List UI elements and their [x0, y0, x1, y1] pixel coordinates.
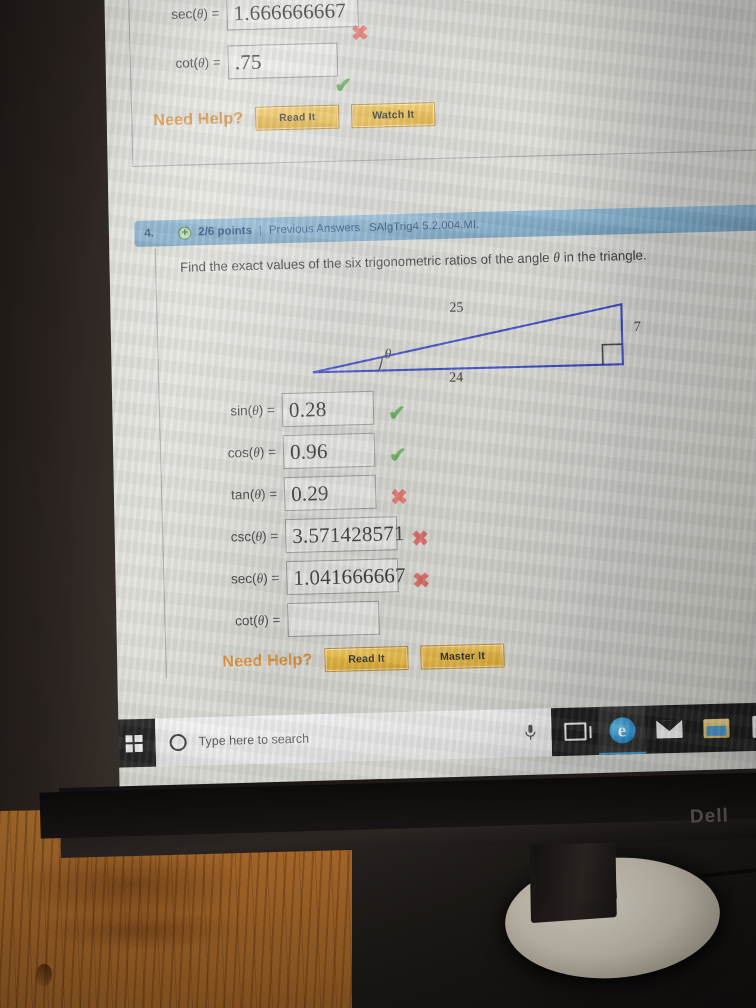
- question-code: SAlgTrig4 5.2.004.MI.: [369, 218, 480, 234]
- separator: |: [258, 224, 263, 237]
- answer-row-sin: sin(θ) = 0.28 ✔: [208, 390, 406, 429]
- need-help-row: Need Help? Read It Master It: [222, 643, 505, 674]
- desk-grain-secondary: [40, 910, 240, 950]
- answer-input[interactable]: .75: [227, 42, 339, 80]
- sin-input[interactable]: 0.28: [281, 390, 375, 428]
- windows-taskbar: Type here to search e: [111, 701, 756, 768]
- previous-answers-link[interactable]: Previous Answers: [269, 222, 361, 236]
- answer-row-cot: cot(θ) =: [213, 600, 380, 639]
- read-it-button[interactable]: Read It: [255, 104, 340, 131]
- triangle-figure: 25 7 24 θ: [307, 281, 669, 390]
- microphone-icon[interactable]: [523, 724, 537, 742]
- hypotenuse-label: 25: [449, 300, 464, 316]
- photo-scene: sec(θ) = 1.666666667 ✖ cot(θ) = .75 ✔ Ne…: [0, 0, 756, 1008]
- answer-row-tan: tan(θ) = 0.29 ✖: [210, 474, 408, 513]
- mail-icon: [655, 719, 683, 739]
- incorrect-icon: ✖: [389, 485, 409, 510]
- adjacent-side-label: 24: [448, 370, 464, 386]
- watch-it-button[interactable]: Watch It: [350, 102, 436, 129]
- sec-input[interactable]: 1.041666667: [285, 558, 406, 596]
- file-explorer-icon: [702, 718, 730, 738]
- search-placeholder: Type here to search: [198, 731, 310, 749]
- microsoft-edge-button[interactable]: e: [597, 705, 647, 755]
- webassign-page: sec(θ) = 1.666666667 ✖ cot(θ) = .75 ✔ Ne…: [92, 0, 756, 794]
- answer-input[interactable]: 1.666666667: [226, 0, 359, 31]
- read-it-button[interactable]: Read It: [324, 645, 409, 673]
- answer-row-csc: csc(θ) = 3.571428571 ✖: [211, 515, 429, 555]
- csc-input[interactable]: 3.571428571: [284, 516, 405, 554]
- triangle-outline: [312, 302, 624, 374]
- correct-icon: ✔: [388, 443, 408, 468]
- incorrect-icon: ✖: [350, 21, 370, 46]
- theta-angle-label: θ: [384, 347, 392, 363]
- task-view-button[interactable]: [551, 707, 599, 756]
- answer-row-cos: cos(θ) = 0.96 ✔: [209, 432, 407, 471]
- monitor-bezel-left: [0, 0, 120, 812]
- answer-label: sec(θ) =: [171, 5, 220, 22]
- search-circle-icon: [169, 733, 187, 751]
- correct-icon: ✔: [334, 74, 353, 98]
- dell-logo: Dell: [689, 805, 730, 828]
- answer-label: cot(θ) =: [175, 54, 222, 71]
- correct-icon: ✔: [387, 401, 406, 426]
- tan-input[interactable]: 0.29: [283, 474, 377, 512]
- points-label: 2/6 points: [198, 224, 253, 239]
- question-number: 4.: [144, 227, 155, 240]
- triangle-svg: [312, 302, 624, 374]
- edge-icon: e: [608, 717, 636, 744]
- file-explorer-button[interactable]: [692, 703, 740, 752]
- microsoft-store-icon: [751, 715, 756, 738]
- answer-label: sec(θ) =: [230, 570, 280, 587]
- microsoft-store-button[interactable]: [739, 702, 756, 751]
- opposite-side-label: 7: [633, 319, 642, 335]
- need-help-label: Need Help?: [153, 110, 244, 130]
- answer-row: sec(θ) = 1.666666667: [152, 0, 359, 32]
- answer-label: sin(θ) =: [230, 402, 276, 419]
- monitor-screen: sec(θ) = 1.666666667 ✖ cot(θ) = .75 ✔ Ne…: [92, 0, 756, 794]
- question-body: Find the exact values of the six trigono…: [154, 231, 756, 679]
- need-help-label: Need Help?: [222, 651, 313, 671]
- incorrect-icon: ✖: [412, 569, 431, 593]
- mail-button[interactable]: [645, 705, 693, 754]
- expand-plus-icon[interactable]: +: [178, 225, 192, 240]
- cot-input[interactable]: [287, 600, 380, 638]
- taskbar-search[interactable]: Type here to search: [154, 708, 553, 767]
- task-view-icon: [563, 722, 587, 741]
- answer-label: cos(θ) =: [227, 444, 277, 461]
- right-angle-marker: [601, 343, 623, 365]
- answer-label: csc(θ) =: [230, 528, 279, 545]
- answer-label: tan(θ) =: [230, 486, 278, 503]
- answer-row: cot(θ) = .75: [153, 42, 339, 82]
- answer-row-sec: sec(θ) = 1.041666667 ✖: [212, 557, 430, 597]
- question-prompt: Find the exact values of the six trigono…: [179, 247, 647, 275]
- cos-input[interactable]: 0.96: [282, 432, 376, 470]
- master-it-button[interactable]: Master It: [420, 643, 505, 670]
- incorrect-icon: ✖: [411, 527, 430, 551]
- answer-label: cot(θ) =: [234, 612, 281, 629]
- windows-logo-icon: [124, 734, 143, 752]
- taskbar-icons: e: [550, 701, 756, 757]
